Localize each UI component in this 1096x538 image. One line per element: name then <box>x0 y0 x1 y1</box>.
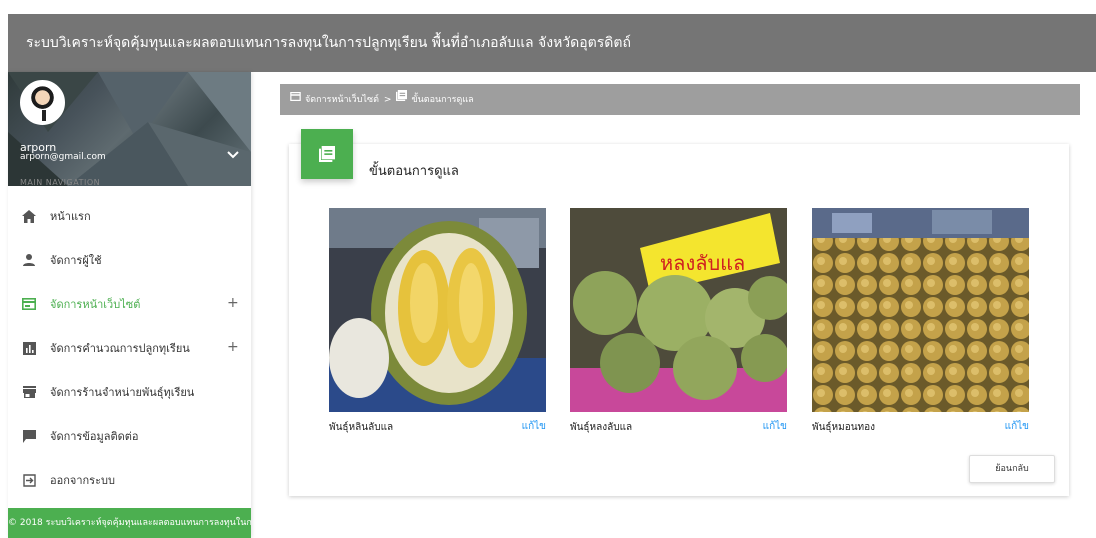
breadcrumb-current: ขั้นตอนการดูแล <box>411 95 474 105</box>
card-title: ขั้นตอนการดูแล <box>369 164 459 179</box>
chevron-down-icon[interactable] <box>227 148 239 162</box>
breadcrumb: จัดการหน้าเว็บไซต์ > ขั้นตอนการดูแล <box>280 84 1080 115</box>
edit-link[interactable]: แก้ไข <box>1005 419 1029 434</box>
sidebar-menu: หน้าแรก จัดการผู้ใช้ จัดการหน้าเว็บไซต์ … <box>8 194 251 502</box>
sidebar-item-label: หน้าแรก <box>50 210 91 223</box>
sidebar-item-label: ออกจากระบบ <box>50 474 115 487</box>
durian-item-card: หลงลับแล พันธุ์หลงลับแล แก้ไข <box>570 208 787 433</box>
expand-plus-icon[interactable]: + <box>227 295 239 311</box>
sidebar-footer: © 2018 ระบบวิเคราะห์จุดคุ้มทุนและผลตอบแท… <box>8 508 251 538</box>
sidebar-item-home[interactable]: หน้าแรก <box>8 194 251 238</box>
breadcrumb-parent-link[interactable]: จัดการหน้าเว็บไซต์ <box>305 95 379 105</box>
web-icon <box>290 84 301 115</box>
durian-photo[interactable]: หลงลับแล <box>570 208 787 412</box>
durian-item-card: พันธุ์หลินลับแล แก้ไข <box>329 208 546 433</box>
sidebar-item-contact[interactable]: จัดการข้อมูลติดต่อ <box>8 414 251 458</box>
edit-link[interactable]: แก้ไข <box>763 419 787 434</box>
sign-text: หลงลับแล <box>660 251 745 275</box>
user-info-panel: arporn arporn@gmail.com MAIN NAVIGATION <box>8 72 251 186</box>
logout-icon <box>22 473 36 487</box>
item-caption: พันธุ์หลินลับแล <box>329 422 394 433</box>
list-icon <box>301 129 353 179</box>
sidebar-item-label: จัดการคำนวณการปลูกทุเรียน <box>50 342 190 355</box>
sidebar-item-users[interactable]: จัดการผู้ใช้ <box>8 238 251 282</box>
durian-photo[interactable] <box>812 208 1029 412</box>
store-icon <box>22 385 36 399</box>
web-icon <box>22 297 36 311</box>
item-caption: พันธุ์หลงลับแล <box>570 422 633 433</box>
sidebar-item-label: จัดการหน้าเว็บไซต์ <box>50 298 141 311</box>
sidebar-item-label: จัดการร้านจำหน่ายพันธุ์ทุเรียน <box>50 386 195 399</box>
chat-icon <box>22 429 36 443</box>
person-icon <box>22 253 36 267</box>
sidebar-item-stores[interactable]: จัดการร้านจำหน่ายพันธุ์ทุเรียน <box>8 370 251 414</box>
breadcrumb-separator: > <box>383 95 392 105</box>
home-icon <box>22 209 36 223</box>
nav-header: MAIN NAVIGATION <box>20 178 101 186</box>
sidebar-item-logout[interactable]: ออกจากระบบ <box>8 458 251 502</box>
item-caption: พันธุ์หมอนทอง <box>812 422 876 433</box>
avatar[interactable] <box>20 80 65 125</box>
sidebar-item-label: จัดการข้อมูลติดต่อ <box>50 430 139 443</box>
app-title-bar: ระบบวิเคราะห์จุดคุ้มทุนและผลตอบแทนการลงท… <box>8 14 1096 72</box>
edit-link[interactable]: แก้ไข <box>522 419 546 434</box>
sidebar-item-label: จัดการผู้ใช้ <box>50 254 102 267</box>
sidebar-item-website[interactable]: จัดการหน้าเว็บไซต์ + <box>8 282 251 326</box>
sidebar-item-calculation[interactable]: จัดการคำนวณการปลูกทุเรียน + <box>8 326 251 370</box>
user-email: arporn@gmail.com <box>20 152 106 162</box>
app-title: ระบบวิเคราะห์จุดคุ้มทุนและผลตอบแทนการลงท… <box>26 35 631 51</box>
list-icon <box>396 84 408 115</box>
durian-item-card: พันธุ์หมอนทอง แก้ไข <box>812 208 1029 433</box>
content-card: ขั้นตอนการดูแล พันธุ์หลินลับแล แก้ไข หลง… <box>289 129 1069 496</box>
back-button[interactable]: ย้อนกลับ <box>969 455 1055 483</box>
sidebar: arporn arporn@gmail.com MAIN NAVIGATION … <box>8 72 251 538</box>
expand-plus-icon[interactable]: + <box>227 339 239 355</box>
chart-icon <box>22 341 36 355</box>
durian-photo[interactable] <box>329 208 546 412</box>
